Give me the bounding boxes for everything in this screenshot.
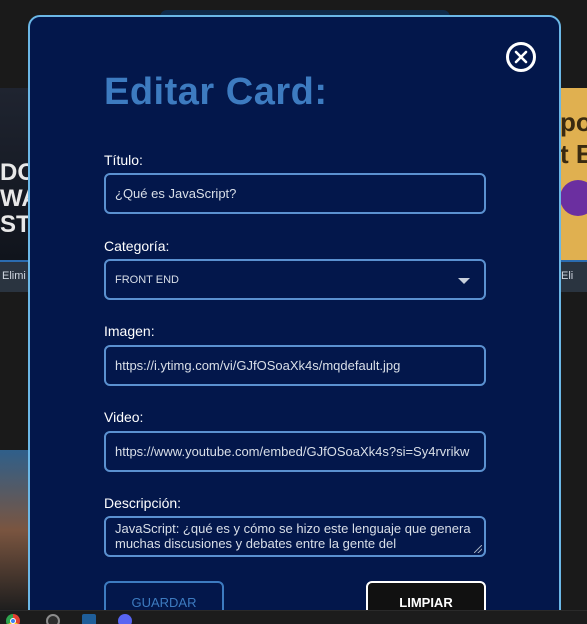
titulo-input[interactable]: ¿Qué es JavaScript? — [104, 173, 486, 214]
taskbar — [0, 610, 587, 624]
imagen-input[interactable]: https://i.ytimg.com/vi/GJfOSoaXk4s/mqdef… — [104, 345, 486, 386]
code-logo-icon — [560, 180, 587, 216]
close-icon — [514, 50, 528, 64]
background-card-right-actions: Eli — [558, 260, 587, 292]
descripcion-textarea[interactable]: JavaScript: ¿qué es y cómo se hizo este … — [104, 516, 486, 557]
discord-icon[interactable] — [118, 614, 132, 624]
descripcion-label: Descripción: — [104, 495, 182, 511]
descripcion-text: JavaScript: ¿qué es y cómo se hizo este … — [115, 521, 471, 551]
background-card-left-actions: Elimi — [0, 260, 30, 292]
background-card-left-text: DOUWARST? — [0, 160, 30, 238]
modal-title: Editar Card: — [104, 71, 328, 113]
close-button[interactable] — [506, 42, 536, 72]
edit-card-modal: Editar Card: Título: ¿Qué es JavaScript?… — [28, 15, 561, 624]
app-icon[interactable] — [46, 614, 60, 624]
background-video-card-left[interactable]: DOUWARST? — [0, 88, 30, 260]
vscode-icon[interactable] — [82, 614, 96, 624]
categoria-select[interactable]: FRONT END — [104, 259, 486, 300]
categoria-selected-value: FRONT END — [115, 273, 179, 286]
chrome-center-icon — [10, 618, 16, 624]
background-video-card-right[interactable]: po t E — [558, 88, 587, 260]
background-delete-label-left[interactable]: Elimi — [2, 270, 26, 282]
video-label: Video: — [104, 409, 144, 425]
background-delete-label-right[interactable]: Eli — [561, 270, 573, 282]
imagen-label: Imagen: — [104, 323, 155, 339]
chevron-down-icon[interactable] — [458, 278, 470, 284]
video-input[interactable]: https://www.youtube.com/embed/GJfOSoaXk4… — [104, 431, 486, 472]
background-card-right-text: po t E — [560, 107, 587, 169]
categoria-label: Categoría: — [104, 238, 170, 254]
resize-handle-icon[interactable] — [474, 545, 482, 553]
titulo-label: Título: — [104, 152, 143, 168]
background-video-thumbnail[interactable] — [0, 450, 30, 610]
